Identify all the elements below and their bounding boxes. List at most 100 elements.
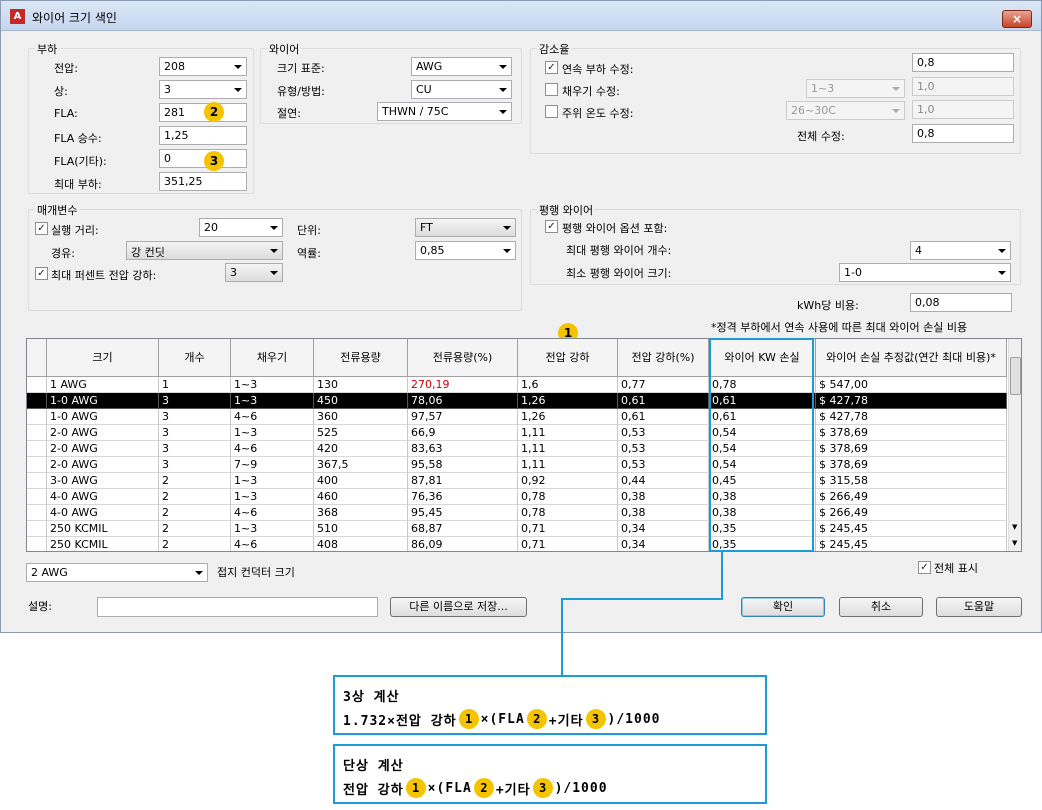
vdrop-checkbox[interactable]: ✓ [35, 267, 48, 280]
table-cell: $ 315,58 [816, 473, 1007, 489]
max-count-dropdown[interactable]: 4 [910, 241, 1011, 260]
row-selector[interactable] [27, 457, 47, 473]
table-row[interactable]: 1-0 AWG 3 1~3 450 78,06 1,26 0,61 0,61 $ 427,78 [27, 393, 1007, 409]
table-cell: 4~6 [231, 409, 314, 425]
ambient-input[interactable]: 1,0 [912, 100, 1014, 119]
fill-range-dropdown[interactable]: 1~3 [806, 79, 905, 98]
chevron-down-icon [195, 571, 203, 575]
chevron-down-icon [499, 110, 507, 114]
column-header[interactable]: 크기 [47, 339, 159, 377]
wire-group-title: 와이어 [267, 41, 302, 57]
unit-dropdown[interactable]: FT [415, 218, 516, 237]
row-selector[interactable] [27, 409, 47, 425]
row-selector[interactable] [27, 505, 47, 521]
single-phase-mid1: ×(FLA [427, 780, 472, 796]
insulation-label: 절연: [277, 107, 301, 120]
footnote: *정격 부하에서 연속 사용에 따른 최대 와이어 손실 비용 [711, 321, 968, 334]
table-row[interactable]: 1-0 AWG 3 4~6 360 97,57 1,26 0,61 0,61 $ 427,78 [27, 409, 1007, 425]
column-header[interactable]: 와이어 손실 추정값(연간 최대 비용)* [816, 339, 1007, 377]
run-dropdown[interactable]: 20 [199, 218, 283, 237]
help-button[interactable]: 도움말 [936, 597, 1022, 617]
table-cell: 4~6 [231, 441, 314, 457]
parallel-checkbox[interactable]: ✓ [545, 220, 558, 233]
ambient-range-dropdown[interactable]: 26~30C [786, 101, 905, 120]
run-checkbox[interactable]: ✓ [35, 222, 48, 235]
table-cell: 1 [159, 377, 231, 393]
close-button[interactable]: × [1002, 10, 1032, 28]
column-header[interactable]: 전류용량(%) [408, 339, 518, 377]
voltage-dropdown[interactable]: 208 [159, 57, 247, 76]
table-scrollbar[interactable]: ▼ ▼ [1008, 339, 1021, 551]
marker-2: 2 [526, 709, 547, 729]
continuous-checkbox[interactable]: ✓ [545, 61, 558, 74]
table-cell: 3 [159, 425, 231, 441]
ambient-checkbox[interactable] [545, 105, 558, 118]
table-row[interactable]: 1 AWG 1 1~3 130 270,19 1,6 0,77 0,78 $ 547,00 [27, 377, 1007, 393]
table-cell: 4~6 [231, 505, 314, 521]
table-row[interactable]: 2-0 AWG 3 1~3 525 66,9 1,11 0,53 0,54 $ 378,69 [27, 425, 1007, 441]
conduit-dropdown[interactable]: 강 컨딧 [126, 241, 283, 260]
row-selector[interactable] [27, 521, 47, 537]
cancel-button[interactable]: 취소 [839, 597, 923, 617]
fla-input[interactable]: 281 [159, 103, 247, 122]
table-cell: $ 378,69 [816, 441, 1007, 457]
column-header[interactable]: 채우기 [231, 339, 314, 377]
min-size-dropdown[interactable]: 1-0 [839, 263, 1011, 282]
row-selector[interactable] [27, 473, 47, 489]
row-selector[interactable] [27, 537, 47, 551]
table-row[interactable]: 2-0 AWG 3 7~9 367,5 95,58 1,11 0,53 0,54 $ 378,6… [27, 457, 1007, 473]
row-header-corner [27, 339, 47, 377]
single-phase-suffix: )/1000 [554, 780, 608, 796]
insulation-dropdown[interactable]: THWN / 75C [377, 102, 512, 121]
fill-input[interactable]: 1,0 [912, 77, 1014, 96]
row-selector[interactable] [27, 489, 47, 505]
continuous-label: 연속 부하 수정: [562, 63, 634, 76]
pf-dropdown[interactable]: 0,85 [415, 241, 516, 260]
run-label: 실행 거리: [51, 224, 99, 237]
column-header[interactable]: 전압 강하 [518, 339, 618, 377]
table-cell: 0,53 [618, 441, 709, 457]
row-selector[interactable] [27, 441, 47, 457]
title-bar[interactable]: A 와이어 크기 색인 × [1, 1, 1041, 31]
vdrop-dropdown[interactable]: 3 [225, 263, 283, 282]
size-std-dropdown[interactable]: AWG [411, 57, 512, 76]
column-header[interactable]: 전류용량 [314, 339, 408, 377]
table-cell: $ 245,45 [816, 537, 1007, 551]
row-selector[interactable] [27, 393, 47, 409]
three-phase-suffix: )/1000 [607, 711, 661, 727]
kwh-input[interactable]: 0,08 [910, 293, 1012, 312]
show-all-checkbox[interactable]: ✓ [918, 561, 931, 574]
scroll-down-icon[interactable]: ▼ [1012, 539, 1017, 547]
fla-mult-input[interactable]: 1,25 [159, 126, 247, 145]
save-as-button[interactable]: 다른 이름으로 저장... [390, 597, 527, 617]
table-cell: 510 [314, 521, 408, 537]
marker-3: 3 [532, 778, 553, 798]
scroll-thumb[interactable] [1010, 357, 1021, 395]
scroll-down-icon[interactable]: ▼ [1012, 523, 1017, 531]
min-size-label: 최소 평행 와이어 크기: [566, 267, 672, 280]
table-row[interactable]: 2-0 AWG 3 4~6 420 83,63 1,11 0,53 0,54 $ 378,69 [27, 441, 1007, 457]
row-selector[interactable] [27, 425, 47, 441]
column-header[interactable]: 전압 강하(%) [618, 339, 709, 377]
table-row[interactable]: 4-0 AWG 2 1~3 460 76,36 0,78 0,38 0,38 $ 266,49 [27, 489, 1007, 505]
fla-other-input[interactable]: 0 [159, 149, 247, 168]
table-row[interactable]: 3-0 AWG 2 1~3 400 87,81 0,92 0,44 0,45 $ 315,58 [27, 473, 1007, 489]
table-row[interactable]: 4-0 AWG 2 4~6 368 95,45 0,78 0,38 0,38 $ 266,49 [27, 505, 1007, 521]
table-row[interactable]: 250 KCMIL 2 4~6 408 86,09 0,71 0,34 0,35 $ 245,4… [27, 537, 1007, 551]
phase-dropdown[interactable]: 3 [159, 80, 247, 99]
fill-checkbox[interactable] [545, 83, 558, 96]
table-row[interactable]: 250 KCMIL 2 1~3 510 68,87 0,71 0,34 0,35 $ 245,4… [27, 521, 1007, 537]
table-cell: 3 [159, 409, 231, 425]
ok-button[interactable]: 확인 [741, 597, 825, 617]
max-load-input[interactable]: 351,25 [159, 172, 247, 191]
desc-input[interactable] [97, 597, 378, 617]
ground-dropdown[interactable]: 2 AWG [26, 563, 208, 582]
window-title: 와이어 크기 색인 [32, 11, 117, 25]
total-input[interactable]: 0,8 [912, 124, 1014, 143]
column-header[interactable]: 개수 [159, 339, 231, 377]
type-dropdown[interactable]: CU [411, 80, 512, 99]
table-cell: $ 547,00 [816, 377, 1007, 393]
row-selector[interactable] [27, 377, 47, 393]
marker-3: 3 [204, 151, 224, 171]
continuous-input[interactable]: 0,8 [912, 53, 1014, 72]
